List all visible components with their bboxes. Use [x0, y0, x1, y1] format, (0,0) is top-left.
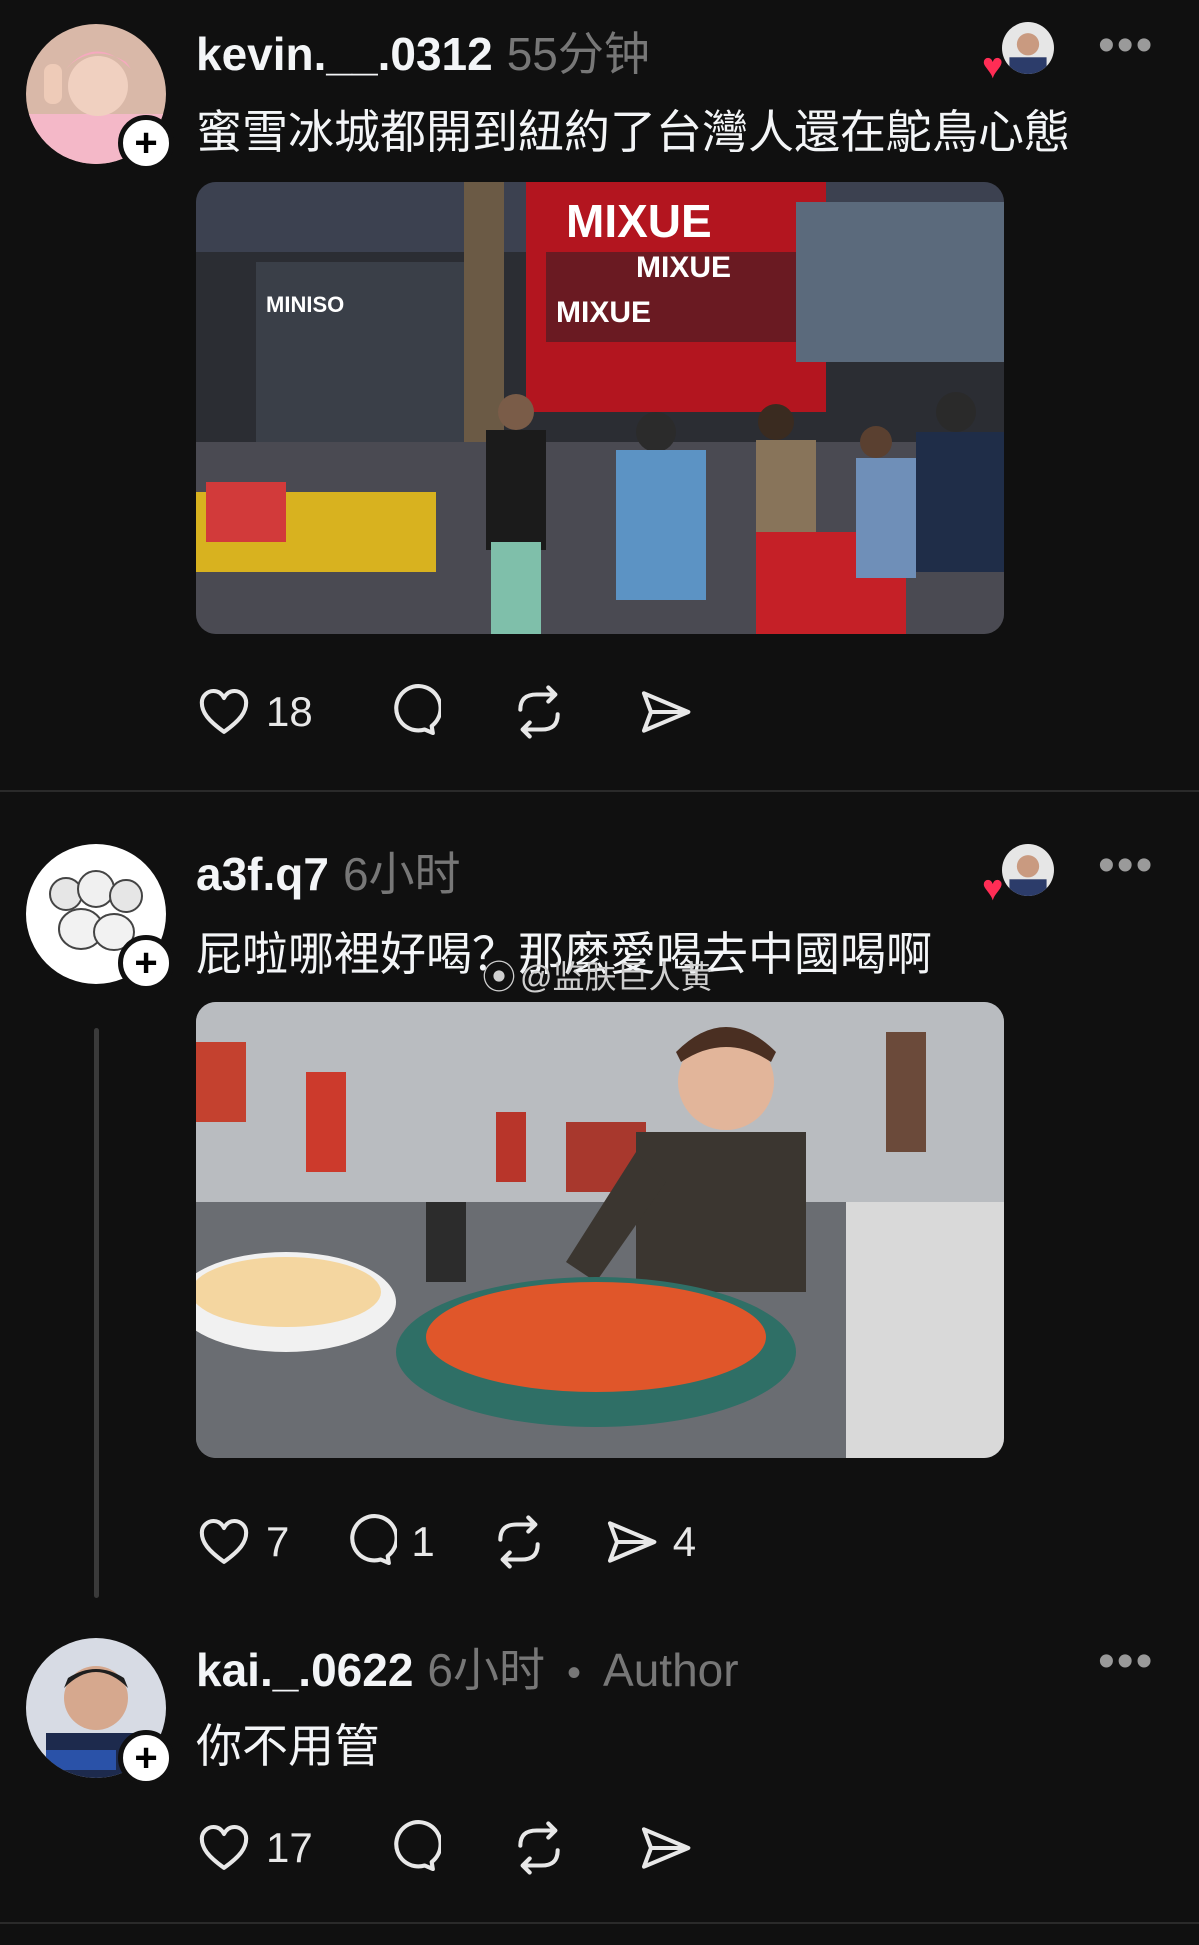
- like-button[interactable]: 17: [196, 1820, 313, 1876]
- reply-button[interactable]: [385, 1820, 441, 1876]
- more-icon[interactable]: •••: [1098, 842, 1154, 890]
- share-icon: [641, 691, 691, 733]
- repost-button[interactable]: [511, 684, 567, 740]
- post-text: 蜜雪冰城都開到紐約了台灣人還在鴕鳥心態: [196, 106, 1070, 158]
- share-count: 4: [672, 1518, 697, 1565]
- sign-mixue-2: MIXUE: [636, 251, 731, 284]
- post-image-restaurant[interactable]: [196, 1002, 1004, 1458]
- follow-plus-icon[interactable]: +: [118, 935, 174, 991]
- follow-plus-icon[interactable]: +: [118, 1730, 174, 1786]
- share-button[interactable]: [637, 684, 693, 740]
- thread-line: [94, 1028, 99, 1598]
- post-header: a3f.q7 6小时: [196, 838, 461, 901]
- repost-icon: [498, 1515, 540, 1569]
- share-button[interactable]: 4: [603, 1514, 696, 1570]
- repost-button[interactable]: [511, 1820, 567, 1876]
- heart-icon: [199, 1824, 249, 1870]
- timestamp: 6小时: [342, 848, 461, 900]
- author-label: Author: [603, 1644, 739, 1696]
- liked-heart-icon: ♥: [982, 45, 1004, 86]
- post-divider: [0, 790, 1199, 792]
- username[interactable]: kai._.0622: [196, 1643, 413, 1697]
- reply-count: 1: [411, 1518, 435, 1565]
- heart-icon: [199, 688, 249, 734]
- liked-heart-icon: ♥: [982, 867, 1004, 908]
- like-count: 18: [266, 688, 313, 735]
- post-header: kai._.0622 6小时 • Author: [196, 1634, 739, 1697]
- post-header: kevin.__.0312 55分钟: [196, 18, 650, 81]
- watermark: ⦿ @监肤巨人黄: [482, 950, 713, 999]
- username[interactable]: a3f.q7: [196, 847, 329, 901]
- reply-icon: [350, 1514, 398, 1566]
- post-divider: [0, 1922, 1199, 1924]
- sign-mixue-1: MIXUE: [566, 195, 712, 247]
- repost-icon: [518, 685, 560, 739]
- watermark-text: @监肤巨人黄: [520, 958, 713, 995]
- reply-icon: [393, 684, 441, 736]
- like-button[interactable]: 7: [196, 1514, 289, 1570]
- like-button[interactable]: 18: [196, 684, 313, 740]
- separator-dot: •: [567, 1651, 582, 1695]
- like-count: 17: [266, 1824, 313, 1871]
- reply-button[interactable]: 1: [341, 1514, 435, 1570]
- timestamp: 6小时: [427, 1644, 546, 1696]
- timestamp: 55分钟: [506, 28, 650, 80]
- action-bar: 7 1 4: [196, 1512, 696, 1572]
- post-text: 你不用管: [196, 1720, 380, 1772]
- follow-plus-icon[interactable]: +: [118, 115, 174, 171]
- reply-icon: [393, 1820, 441, 1872]
- liked-by-avatar[interactable]: [1000, 842, 1056, 898]
- heart-icon: [199, 1518, 249, 1564]
- more-icon[interactable]: •••: [1098, 22, 1154, 70]
- share-icon: [641, 1827, 691, 1869]
- action-bar: 17: [196, 1818, 693, 1878]
- action-bar: 18: [196, 682, 693, 742]
- share-icon: [607, 1521, 657, 1563]
- sign-mixue-3: MIXUE: [556, 296, 651, 329]
- more-icon[interactable]: •••: [1098, 1638, 1154, 1686]
- username[interactable]: kevin.__.0312: [196, 27, 493, 81]
- repost-icon: [518, 1821, 560, 1875]
- like-count: 7: [266, 1518, 290, 1565]
- repost-button[interactable]: [491, 1514, 547, 1570]
- sign-miniso: MINISO: [266, 292, 344, 317]
- share-button[interactable]: [637, 1820, 693, 1876]
- weibo-icon: ⦿: [482, 959, 516, 997]
- liked-by-avatar[interactable]: [1000, 20, 1056, 76]
- reply-button[interactable]: [385, 684, 441, 740]
- post-image-storefront[interactable]: MIXUE MIXUE MIXUE MINISO: [196, 182, 1004, 634]
